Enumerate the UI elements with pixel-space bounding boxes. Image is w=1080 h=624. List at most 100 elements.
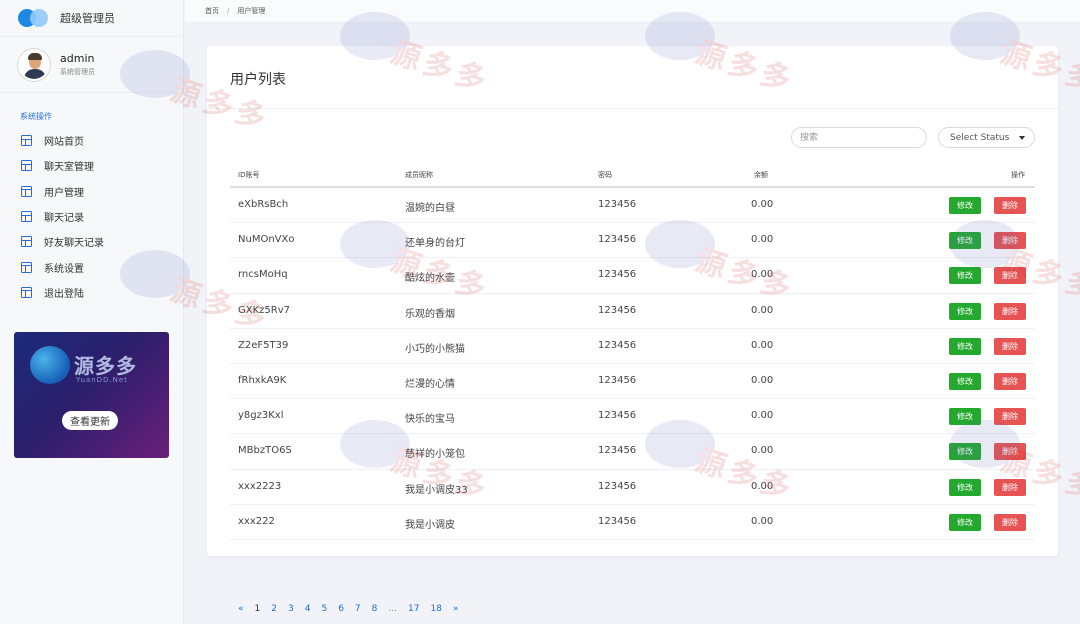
delete-button[interactable]: 删除 [994,372,1026,390]
layout-icon [21,286,32,298]
pagination-page[interactable]: 6 [338,604,344,614]
search-input[interactable] [791,127,927,148]
promo-logo-sub: YuanDD.Net [76,376,128,384]
sidebar-item-chat-records[interactable]: 聊天记录 [0,204,183,229]
edit-button[interactable]: 修改 [949,478,981,496]
col-header-balance[interactable]: 余额 [754,170,768,180]
edit-button[interactable]: 修改 [949,197,981,214]
cell-password: 123456 [598,515,637,527]
delete-button[interactable]: 删除 [994,337,1026,355]
cell-nickname: 小巧的小熊猫 [405,343,465,355]
user-profile[interactable]: admin 系统管理员 [0,37,183,93]
table-row: GXKz5Rv7 乐观的香烟 123456 0.00 修改 删除 [230,294,1035,329]
edit-button[interactable]: 修改 [949,337,981,355]
table-row: xxx2223 我是小调皮33 123456 0.00 修改 删除 [230,470,1035,505]
cell-nickname: 还单身的台灯 [405,238,465,250]
cell-nickname: 酷炫的水壶 [405,273,455,285]
sidebar-item-users[interactable]: 用户管理 [0,179,183,204]
sidebar-item-label: 聊天记录 [44,213,84,225]
table-header: ID账号 成员昵称 密码 余额 操作 [230,162,1035,188]
cell-balance: 0.00 [751,374,774,386]
delete-button[interactable]: 删除 [994,478,1026,496]
sidebar-item-chatroom[interactable]: 聊天室管理 [0,153,183,178]
pagination-page[interactable]: 3 [288,604,294,614]
edit-button[interactable]: 修改 [949,372,981,390]
cell-id: Z2eF5T39 [238,339,289,351]
edit-button[interactable]: 修改 [949,302,981,320]
cell-id: y8gz3Kxl [238,410,284,422]
col-header-password[interactable]: 密码 [598,170,612,180]
delete-button[interactable]: 删除 [994,232,1026,250]
col-header-id[interactable]: ID账号 [238,170,259,180]
cell-id: xxx222 [238,515,275,527]
cell-password: 123456 [598,199,637,210]
pagination-page[interactable]: 4 [305,604,311,614]
table-row: xxx222 我是小调皮 123456 0.00 修改 删除 [230,505,1035,540]
delete-button[interactable]: 删除 [994,408,1026,426]
cell-password: 123456 [598,234,637,246]
sidebar-item-label: 用户管理 [44,187,84,199]
pagination-page[interactable]: 8 [372,604,378,614]
pagination-next[interactable]: » [453,604,459,614]
promo-banner: 源多多 YuanDD.Net 查看更新 [14,332,169,458]
pagination-page[interactable]: 18 [430,604,441,614]
edit-button[interactable]: 修改 [949,267,981,285]
breadcrumb-home[interactable]: 首页 [205,6,219,16]
col-header-nickname[interactable]: 成员昵称 [405,170,433,180]
delete-button[interactable]: 删除 [994,267,1026,285]
delete-button[interactable]: 删除 [994,443,1026,461]
pagination-prev[interactable]: « [238,604,244,614]
cell-balance: 0.00 [751,199,774,210]
cell-password: 123456 [598,374,637,386]
brand[interactable]: 超级管理员 [0,0,183,37]
cell-password: 123456 [598,304,637,316]
pagination-page[interactable]: 17 [408,604,419,614]
cell-id: GXKz5Rv7 [238,304,290,316]
layout-icon [21,185,32,197]
sidebar-item-settings[interactable]: 系统设置 [0,254,183,279]
table-row: y8gz3Kxl 快乐的宝马 123456 0.00 修改 删除 [230,399,1035,435]
edit-button[interactable]: 修改 [949,408,981,426]
table-row: rncsMoHq 酷炫的水壶 123456 0.00 修改 删除 [230,258,1035,294]
avatar[interactable] [18,48,50,81]
delete-button[interactable]: 删除 [994,302,1026,320]
sidebar-item-logout[interactable]: 退出登陆 [0,280,183,305]
delete-button[interactable]: 删除 [994,513,1026,531]
cell-id: NuMOnVXo [238,234,295,246]
layout-icon [21,236,32,248]
brand-name: 超级管理员 [60,12,115,25]
col-header-actions: 操作 [1011,171,1025,179]
sidebar-item-label: 系统设置 [44,263,84,275]
sidebar-item-friend-chat-records[interactable]: 好友聊天记录 [0,229,183,254]
sidebar-item-home[interactable]: 网站首页 [0,128,183,153]
pagination-ellipsis: ... [388,604,397,614]
pagination-page[interactable]: 7 [355,604,361,614]
pagination-page[interactable]: 2 [271,604,277,614]
pagination-page[interactable]: 1 [255,604,261,614]
pagination-page[interactable]: 5 [321,604,327,614]
table-row: Z2eF5T39 小巧的小熊猫 123456 0.00 修改 删除 [230,329,1035,364]
view-update-button[interactable]: 查看更新 [62,411,118,430]
delete-button[interactable]: 删除 [994,197,1026,214]
user-table: ID账号 成员昵称 密码 余额 操作 eXbRsBch 温婉的白昼 123456 0.… [230,162,1035,540]
cell-balance: 0.00 [751,445,774,457]
edit-button[interactable]: 修改 [949,443,981,461]
cell-id: eXbRsBch [238,199,289,210]
table-row: fRhxkA9K 烂漫的心情 123456 0.00 修改 删除 [230,364,1035,400]
table-body: eXbRsBch 温婉的白昼 123456 0.00 修改 删除 NuMOnVXo 还单身的台… [230,188,1035,540]
cell-nickname: 乐观的香烟 [405,308,455,320]
user-list-card: 用户列表 Select Status ID账号 成员昵称 密码 余额 操作 eX… [207,46,1058,556]
promo-logo-text: 源多多 [74,354,137,378]
cell-balance: 0.00 [751,304,774,316]
sidebar-item-label: 好友聊天记录 [44,238,104,250]
status-select[interactable]: Select Status [938,127,1035,148]
cell-password: 123456 [598,410,637,422]
cell-nickname: 慈祥的小笼包 [405,449,465,461]
cell-password: 123456 [598,480,637,492]
cell-id: rncsMoHq [238,269,288,281]
edit-button[interactable]: 修改 [949,513,981,531]
cell-nickname: 我是小调皮 [405,519,455,531]
layout-icon [21,211,32,223]
edit-button[interactable]: 修改 [949,232,981,250]
sidebar-item-label: 聊天室管理 [44,162,94,174]
